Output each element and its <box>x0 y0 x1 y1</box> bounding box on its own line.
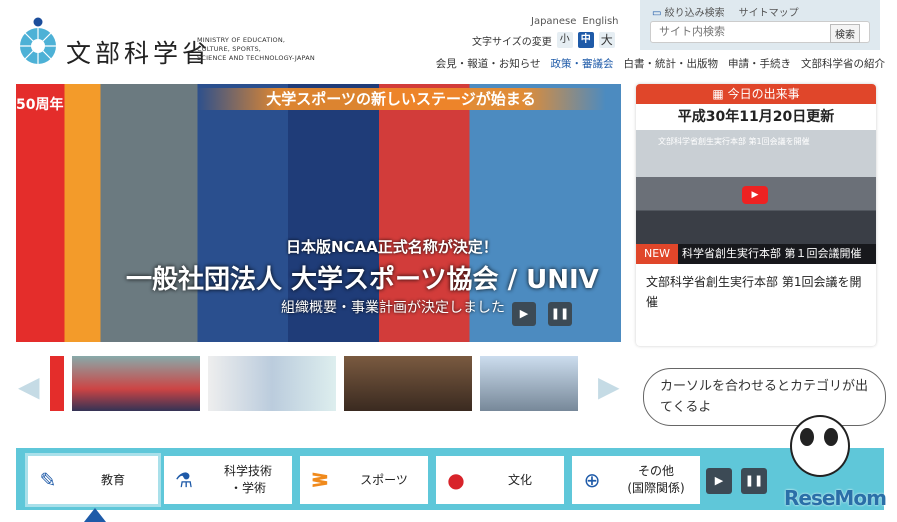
nav-policy[interactable]: 政策・審議会 <box>551 56 614 71</box>
filter-icon: ▭ <box>652 8 665 19</box>
resemom-watermark: ReseMom <box>784 486 887 510</box>
font-size-switch: 文字サイズの変更 小 中 大 <box>472 32 615 48</box>
hero-banner[interactable]: 50周年 大学スポーツの新しいステージが始まる 日本版NCAA正式名称が決定！ … <box>16 84 621 342</box>
category-science[interactable]: ⚗ 科学技術 ・学術 <box>164 456 292 504</box>
japanese-link[interactable]: Japanese <box>531 16 576 27</box>
today-header: ▦ 今日の出来事 <box>636 84 876 104</box>
global-nav: 会見・報道・お知らせ 政策・審議会 白書・統計・出版物 申請・手続き 文部科学省… <box>436 56 885 71</box>
font-size-label: 文字サイズの変更 <box>472 36 552 48</box>
globe-icon: ⊕ <box>583 468 601 492</box>
carousel-thumb[interactable] <box>480 356 578 411</box>
filter-search-link[interactable]: ▭ 絞り込み検索 <box>652 4 725 19</box>
filter-label: 絞り込み検索 <box>664 8 725 19</box>
hero-subtitle: 日本版NCAA正式名称が決定！ <box>286 238 498 256</box>
new-badge: NEW <box>636 244 678 264</box>
carousel-thumb[interactable] <box>344 356 472 411</box>
nav-about[interactable]: 文部科学省の紹介 <box>801 56 885 71</box>
today-card: ▦ 今日の出来事 平成30年11月20日更新 文部科学省創生実行本部 第1回会議… <box>636 84 876 346</box>
category-label: 文化 <box>507 472 532 487</box>
hero-caption: 組織概要・事業計画が決定しました <box>281 300 505 316</box>
search-panel: ▭ 絞り込み検索 サイトマップ 検索 <box>640 0 880 50</box>
hero-headline: 大学スポーツの新しいステージが始まる <box>196 88 606 110</box>
site-logo[interactable] <box>16 16 60 72</box>
mascot-eye-icon <box>824 428 838 446</box>
language-switch: Japanese English <box>525 9 619 28</box>
category-education[interactable]: ✎ 教育 <box>25 453 161 507</box>
category-sports[interactable]: ᕒ スポーツ <box>300 456 428 504</box>
category-label: 科学技術 ・学術 <box>223 464 272 495</box>
hero-title: 一般社団法人 大学スポーツ協会 / UNIV <box>126 265 599 295</box>
category-label: 教育 <box>100 472 125 487</box>
category-label: スポーツ <box>360 472 408 487</box>
active-category-indicator <box>84 508 106 522</box>
carousel-thumb[interactable] <box>50 356 64 411</box>
logo-en-line: MINISTRY OF EDUCATION, <box>197 36 286 44</box>
logo-text: 文部科学省 <box>66 39 212 68</box>
play-button[interactable]: ▶ <box>512 302 536 326</box>
category-culture[interactable]: ● 文化 <box>436 456 564 504</box>
sports-icon: ᕒ <box>311 468 329 492</box>
mascot-bee-icon <box>790 415 850 477</box>
font-large-button[interactable]: 大 <box>598 32 615 48</box>
pencil-icon: ✎ <box>39 468 57 492</box>
logo-en-line: SCIENCE AND TECHNOLOGY-JAPAN <box>197 54 315 62</box>
category-label: その他 (国際関係) <box>627 464 685 495</box>
today-date: 平成30年11月20日更新 <box>677 109 835 125</box>
logo-en-line: CULTURE, SPORTS, <box>197 45 262 53</box>
sitemap-link[interactable]: サイトマップ <box>739 4 799 19</box>
nav-applications[interactable]: 申請・手続き <box>728 56 791 71</box>
calendar-icon: ▦ <box>712 87 728 101</box>
ministry-emblem-icon <box>20 17 56 64</box>
english-link[interactable]: English <box>582 16 618 27</box>
carousel-next-arrow[interactable]: ▶ <box>598 370 620 403</box>
category-pause-button[interactable]: ❚❚ <box>741 468 767 494</box>
category-play-button[interactable]: ▶ <box>706 468 732 494</box>
search-button[interactable]: 検索 <box>830 24 860 43</box>
carousel-thumb[interactable] <box>72 356 200 411</box>
today-article-link[interactable]: 文部科学省創生実行本部 第1回会議を開催 <box>636 264 876 320</box>
font-small-button[interactable]: 小 <box>556 32 573 48</box>
nav-press[interactable]: 会見・報道・お知らせ <box>436 56 541 71</box>
carousel-prev-arrow[interactable]: ◀ <box>18 370 40 403</box>
video-thumbnail[interactable]: 文部科学省創生実行本部 第1回会議を開催 ▶ 科学省創生実行本部 第１回会議開催… <box>636 130 876 264</box>
today-header-label: 今日の出来事 <box>727 87 800 101</box>
nav-publications[interactable]: 白書・統計・出版物 <box>624 56 719 71</box>
flask-icon: ⚗ <box>175 468 193 492</box>
anniversary-label: 50周年 <box>16 97 64 113</box>
carousel-thumb[interactable] <box>208 356 336 411</box>
mascot-speech-bubble: カーソルを合わせるとカテゴリが出てくるよ <box>643 368 886 426</box>
logo-english: MINISTRY OF EDUCATION, CULTURE, SPORTS, … <box>197 36 315 63</box>
category-international[interactable]: ⊕ その他 (国際関係) <box>572 456 700 504</box>
video-title: 文部科学省創生実行本部 第1回会議を開催 <box>658 137 810 146</box>
font-medium-button[interactable]: 中 <box>577 32 594 48</box>
culture-icon: ● <box>447 468 465 492</box>
youtube-play-icon[interactable]: ▶ <box>742 186 768 204</box>
pause-button[interactable]: ❚❚ <box>548 302 572 326</box>
mascot-eye-icon <box>800 428 814 446</box>
